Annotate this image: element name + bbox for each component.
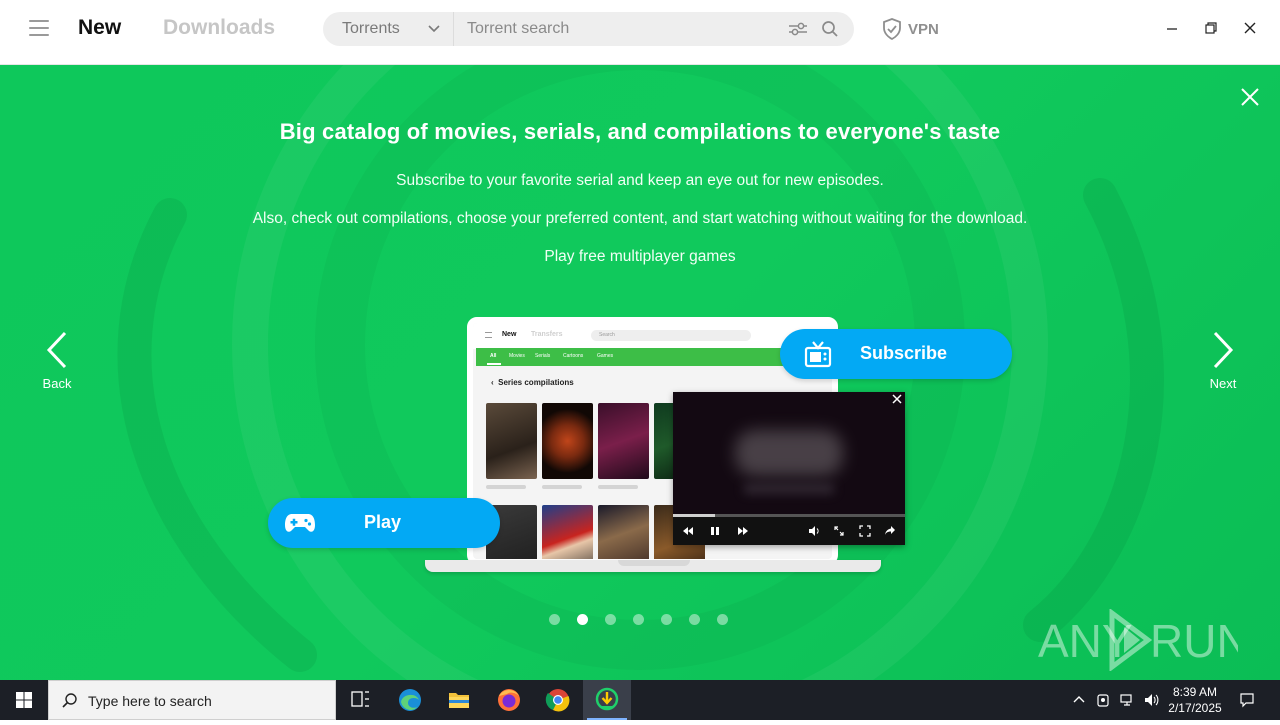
file-explorer-icon[interactable] [435, 680, 483, 720]
slide-dot-active[interactable] [577, 614, 588, 625]
tab-downloads[interactable]: Downloads [163, 16, 275, 40]
clock-date: 2/17/2025 [1168, 701, 1222, 715]
slide-dot[interactable] [661, 614, 672, 625]
volume-icon[interactable] [1143, 692, 1159, 708]
video-controls [673, 517, 905, 545]
banner-headline: Big catalog of movies, serials, and comp… [279, 119, 1001, 144]
anyrun-watermark: ANY RUN [1038, 609, 1238, 671]
svg-text:RUN: RUN [1150, 615, 1238, 667]
vpn-label: VPN [908, 21, 939, 38]
menu-icon[interactable] [29, 20, 49, 38]
rewind-icon[interactable] [682, 525, 694, 537]
taskbar-search-placeholder: Type here to search [88, 693, 212, 709]
system-clock[interactable]: 8:39 AM 2/17/2025 [1166, 684, 1224, 716]
task-view-icon[interactable] [336, 680, 384, 720]
network-icon[interactable] [1119, 692, 1135, 708]
poster-caption [486, 485, 526, 489]
poster-caption [542, 485, 582, 489]
chevron-up-icon[interactable] [1071, 692, 1087, 708]
banner-line-3: Play free multiplayer games [544, 248, 736, 265]
search-category-select[interactable]: Torrents [323, 12, 454, 46]
slide-dot[interactable] [633, 614, 644, 625]
minimize-icon[interactable] [1164, 20, 1180, 36]
mockup-nav-item: Movies [509, 353, 525, 359]
meet-now-icon[interactable] [1095, 692, 1111, 708]
pause-icon[interactable] [709, 525, 721, 537]
mockup-nav-item: All [490, 353, 497, 359]
windows-start-icon[interactable] [0, 680, 48, 720]
chevron-right-icon [1213, 331, 1234, 369]
fast-forward-icon[interactable] [737, 525, 749, 537]
close-video-icon[interactable] [891, 393, 903, 405]
search-input[interactable] [467, 20, 767, 38]
notifications-icon[interactable] [1239, 692, 1255, 708]
search-icon[interactable] [821, 20, 839, 38]
video-frame [735, 430, 843, 476]
poster-thumbnail [598, 403, 649, 479]
poster-thumbnail [598, 505, 649, 559]
mockup-nav-item: Serials [535, 353, 551, 359]
video-player [673, 392, 905, 545]
volume-icon[interactable] [808, 525, 820, 537]
fullscreen-icon[interactable] [859, 525, 871, 537]
app-header: New Downloads Torrents VPN [0, 0, 1280, 65]
torrent-app-taskbar-icon[interactable] [583, 680, 631, 720]
chrome-icon[interactable] [534, 680, 582, 720]
banner-line-1: Subscribe to your favorite serial and ke… [396, 172, 884, 189]
windows-taskbar: Type here to search 8:39 AM 2/17/2025 [0, 680, 1280, 720]
restore-icon[interactable] [1203, 20, 1219, 36]
search-bar: Torrents [323, 12, 854, 46]
poster-caption [598, 485, 638, 489]
shield-icon [883, 18, 901, 40]
subscribe-label: Subscribe [860, 343, 948, 363]
taskbar-search[interactable]: Type here to search [48, 680, 336, 720]
mockup-heading-text: Series compilations [498, 378, 574, 387]
subscribe-button[interactable]: Subscribe [780, 329, 1012, 379]
mockup-header: New Transfers Search [473, 323, 832, 349]
chevron-down-icon [428, 25, 440, 33]
mockup-nav-underline [487, 363, 501, 365]
clock-time: 8:39 AM [1172, 685, 1218, 699]
back-button[interactable]: Back [27, 330, 87, 400]
filter-settings-icon[interactable] [788, 20, 808, 38]
search-icon [62, 693, 77, 708]
mockup-heading: ‹ Series compilations [491, 378, 574, 387]
firefox-icon[interactable] [485, 680, 533, 720]
tab-new[interactable]: New [78, 16, 121, 40]
close-window-icon[interactable] [1242, 20, 1258, 36]
play-button[interactable]: Play [268, 498, 500, 548]
slide-dot[interactable] [689, 614, 700, 625]
gamepad-icon [285, 514, 315, 532]
mockup-tab-transfers: Transfers [531, 331, 563, 338]
poster-thumbnail [542, 403, 593, 479]
play-label: Play [364, 512, 402, 532]
next-label: Next [1209, 376, 1237, 391]
slide-dot[interactable] [717, 614, 728, 625]
back-label: Back [42, 376, 72, 391]
mockup-search: Search [591, 330, 751, 341]
chevron-left-icon [46, 331, 67, 369]
search-category-label: Torrents [342, 20, 400, 37]
edge-browser-icon[interactable] [386, 680, 434, 720]
mockup-menu-icon [485, 332, 492, 338]
poster-thumbnail [486, 403, 537, 479]
close-banner-icon[interactable] [1240, 87, 1260, 107]
slide-dot[interactable] [605, 614, 616, 625]
tv-icon [804, 341, 832, 368]
slide-dot[interactable] [549, 614, 560, 625]
picture-in-picture-icon[interactable] [833, 525, 845, 537]
poster-thumbnail [542, 505, 593, 559]
laptop-notch [618, 560, 690, 566]
banner-line-2: Also, check out compilations, choose you… [252, 210, 1028, 227]
share-icon[interactable] [884, 525, 896, 537]
mockup-nav-item: Cartoons [563, 353, 584, 359]
video-frame-text [743, 484, 835, 494]
mockup-search-placeholder: Search [599, 332, 615, 338]
promo-banner: Big catalog of movies, serials, and comp… [0, 65, 1280, 680]
next-button[interactable]: Next [1193, 330, 1253, 400]
mockup-nav-item: Games [597, 353, 614, 359]
mockup-tab-new: New [502, 331, 517, 338]
